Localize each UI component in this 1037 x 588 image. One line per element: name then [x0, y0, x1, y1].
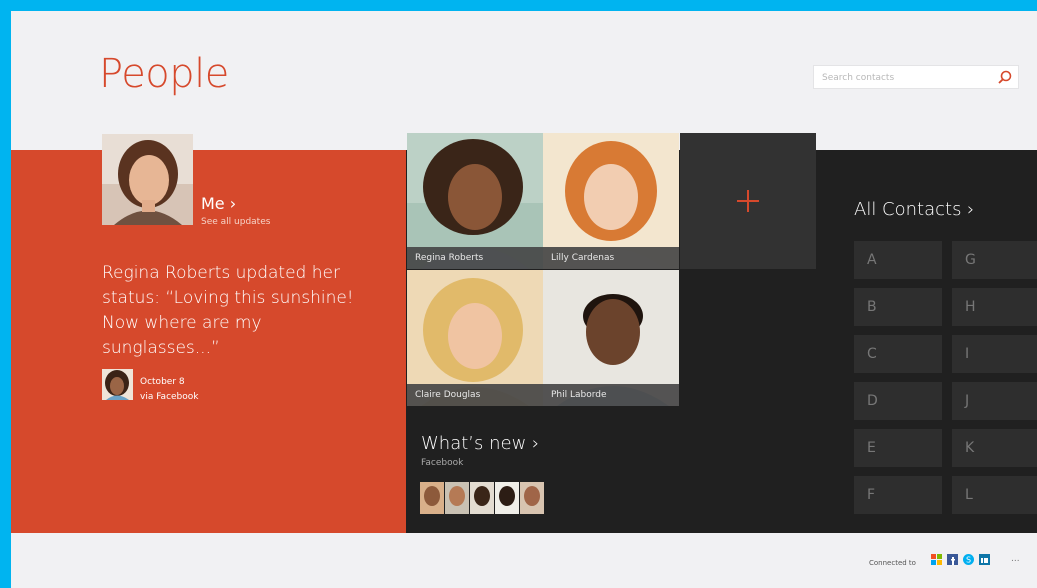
- letter-tile-j[interactable]: J: [952, 382, 1037, 420]
- screen-frame: People Me › See all updates Regina Rober…: [0, 0, 1037, 588]
- page-title: People: [99, 51, 229, 97]
- contact-tile[interactable]: Claire Douglas: [407, 270, 543, 406]
- letter-tile-i[interactable]: I: [952, 335, 1037, 373]
- letter-tile-g[interactable]: G: [952, 241, 1037, 279]
- see-all-updates-link[interactable]: See all updates: [201, 217, 270, 227]
- people-app: People Me › See all updates Regina Rober…: [11, 11, 1037, 588]
- facebook-icon[interactable]: [947, 554, 958, 565]
- connected-to-label: Connected to: [869, 559, 916, 567]
- thumbnail: [445, 482, 469, 514]
- letter-tile-c[interactable]: C: [854, 335, 942, 373]
- contact-name: Phil Laborde: [543, 384, 679, 406]
- letter-tile-a[interactable]: A: [854, 241, 942, 279]
- whats-new-link[interactable]: What’s new ›: [421, 433, 539, 454]
- contact-name: Regina Roberts: [407, 247, 543, 269]
- letter-tile-l[interactable]: L: [952, 476, 1037, 514]
- skype-icon[interactable]: S: [963, 554, 974, 565]
- contact-name: Claire Douglas: [407, 384, 543, 406]
- more-services[interactable]: ...: [1011, 554, 1020, 564]
- letter-tile-d[interactable]: D: [854, 382, 942, 420]
- thumbnail: [495, 482, 519, 514]
- thumbnail: [420, 482, 444, 514]
- search-icon[interactable]: [996, 68, 1014, 86]
- contact-name: Lilly Cardenas: [543, 247, 679, 269]
- status-update-text[interactable]: Regina Roberts updated her status: “Lovi…: [102, 261, 362, 361]
- thumbnail: [520, 482, 544, 514]
- me-link[interactable]: Me ›: [201, 194, 236, 213]
- contact-tile[interactable]: Lilly Cardenas: [543, 133, 679, 269]
- add-contact-tile[interactable]: [680, 133, 816, 269]
- letter-tile-b[interactable]: B: [854, 288, 942, 326]
- whats-new-source: Facebook: [421, 458, 464, 468]
- contact-tile[interactable]: Regina Roberts: [407, 133, 543, 269]
- linkedin-icon[interactable]: [979, 554, 990, 565]
- search-input[interactable]: [820, 66, 984, 90]
- plus-icon: [737, 190, 759, 212]
- letter-tile-f[interactable]: F: [854, 476, 942, 514]
- status-source: via Facebook: [140, 392, 199, 402]
- all-contacts-link[interactable]: All Contacts ›: [854, 199, 974, 220]
- search-box[interactable]: [813, 65, 1019, 90]
- me-avatar[interactable]: [102, 134, 193, 225]
- status-date: October 8: [140, 377, 185, 387]
- status-avatar: [102, 369, 133, 400]
- letter-tile-k[interactable]: K: [952, 429, 1037, 467]
- letter-tile-h[interactable]: H: [952, 288, 1037, 326]
- contact-tile[interactable]: Phil Laborde: [543, 270, 679, 406]
- thumbnail: [470, 482, 494, 514]
- letter-tile-e[interactable]: E: [854, 429, 942, 467]
- svg-text:S: S: [966, 556, 971, 565]
- microsoft-icon[interactable]: [931, 554, 942, 565]
